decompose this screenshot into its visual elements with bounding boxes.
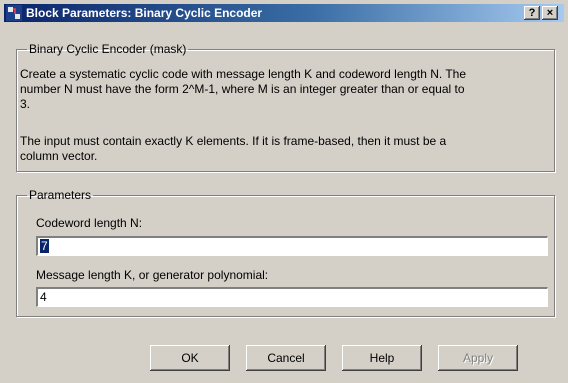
close-button[interactable]: × [542,6,558,20]
title-help-button[interactable]: ? [524,6,540,20]
simulink-block-icon [6,5,22,21]
codeword-length-label: Codeword length N: [36,216,143,230]
window-title: Block Parameters: Binary Cyclic Encoder [26,6,263,20]
ok-button[interactable]: OK [150,345,230,371]
title-bar[interactable]: Block Parameters: Binary Cyclic Encoder … [4,4,564,22]
message-length-field[interactable]: 4 [36,287,548,307]
codeword-length-value: 7 [40,239,49,253]
help-button-label: Help [369,351,395,365]
apply-button[interactable]: Apply [438,345,518,371]
dialog-window: Block Parameters: Binary Cyclic Encoder … [0,0,568,383]
input-requirement-text: The input must contain exactly K element… [20,134,447,163]
ok-button-label: OK [181,351,199,365]
help-button[interactable]: Help [342,345,422,371]
description-group-label: Binary Cyclic Encoder (mask) [29,42,187,56]
apply-button-label: Apply [462,351,494,365]
message-length-value: 4 [40,290,47,304]
message-length-label: Message length K, or generator polynomia… [36,268,269,282]
codeword-length-field[interactable]: 7 [36,236,548,256]
cancel-button[interactable]: Cancel [246,345,326,371]
parameters-group-label: Parameters [29,188,92,202]
cancel-button-label: Cancel [267,351,305,365]
description-text: Create a systematic cyclic code with mes… [20,67,467,111]
